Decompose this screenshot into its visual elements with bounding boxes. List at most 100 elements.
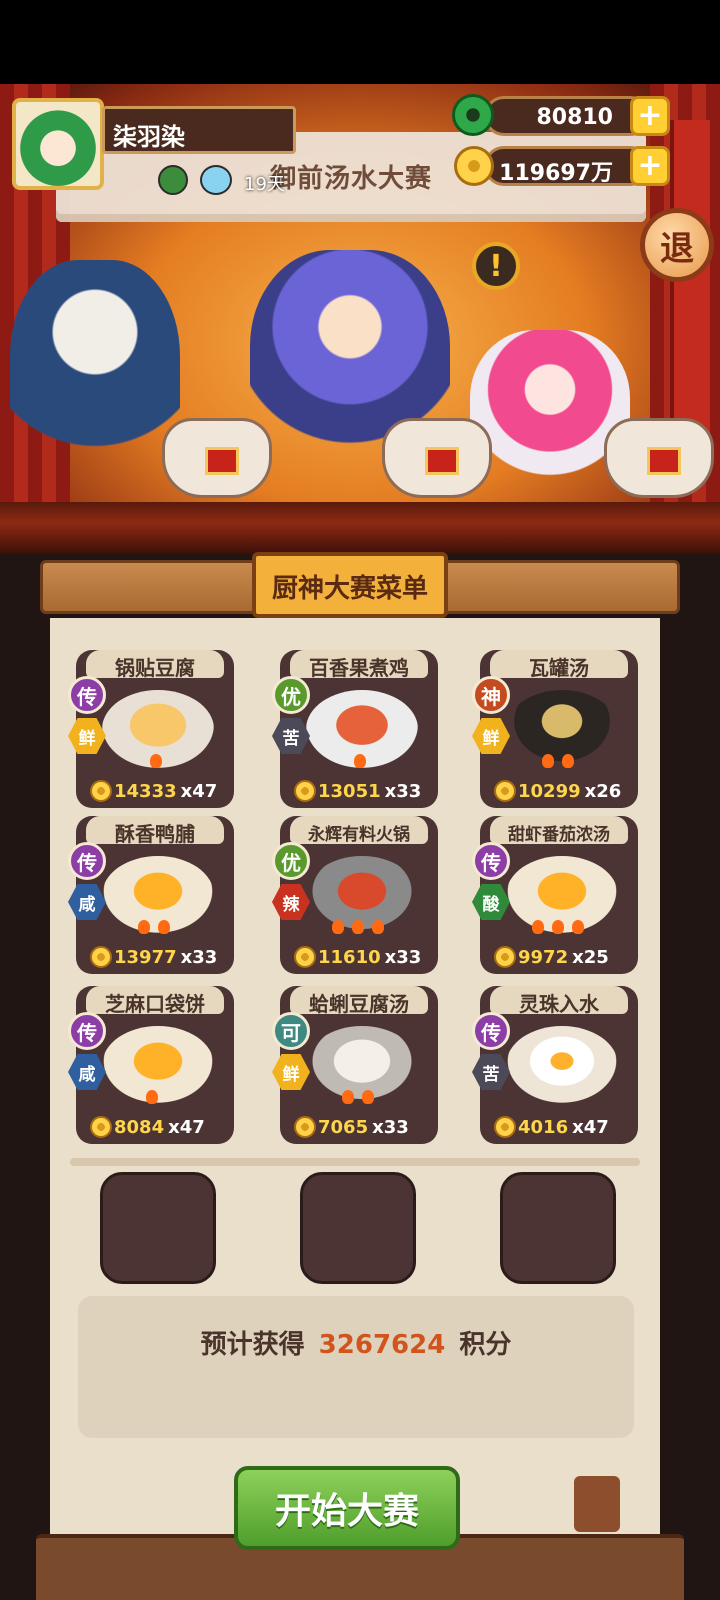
coin-icon xyxy=(90,780,112,802)
dish-price-row: 14333 x47 xyxy=(90,778,222,804)
flame-icon xyxy=(552,920,564,934)
dish-price: 10299 xyxy=(518,780,581,802)
dish-name-plate: 蛤蜊豆腐汤 xyxy=(290,986,428,1016)
flame-icon xyxy=(354,754,366,768)
empty-dish-slot[interactable] xyxy=(100,1172,216,1284)
dish-card[interactable]: 酥香鸭脯 传 咸 13977 x33 xyxy=(68,816,234,974)
start-contest-button[interactable]: 开始大赛 xyxy=(234,1466,460,1550)
empty-dish-slot[interactable] xyxy=(500,1172,616,1284)
jade-icon xyxy=(452,94,494,136)
dish-name: 灵珠入水 xyxy=(519,992,599,1016)
coin-icon xyxy=(494,1116,516,1138)
dish-price: 8084 xyxy=(114,1116,165,1138)
dish-card[interactable]: 蛤蜊豆腐汤 可 鲜 7065 x33 xyxy=(272,986,438,1144)
dish-price-row: 10299 x26 xyxy=(494,778,626,804)
dish-card[interactable]: 瓦罐汤 神 鲜 10299 x26 xyxy=(472,650,638,808)
dish-name: 百香果煮鸡 xyxy=(309,656,409,680)
estimate-line: 预计获得 3267624 积分 xyxy=(78,1324,634,1361)
dish-count: x47 xyxy=(572,1116,609,1138)
dish-name-plate: 百香果煮鸡 xyxy=(290,650,428,680)
quality-badge: 神 xyxy=(472,676,510,714)
estimate-suffix: 积分 xyxy=(459,1330,512,1360)
cooking-pot xyxy=(604,418,714,498)
flame-icon xyxy=(362,1090,374,1104)
alert-icon[interactable]: ! xyxy=(472,242,520,290)
menu-title-plaque: 厨神大赛菜单 xyxy=(252,552,448,618)
dish-count: x47 xyxy=(168,1116,205,1138)
dish-count: x26 xyxy=(584,780,622,802)
dish-card[interactable]: 锅贴豆腐 传 鲜 14333 x47 xyxy=(68,650,234,808)
dish-name-plate: 锅贴豆腐 xyxy=(86,650,224,680)
dish-price: 14333 xyxy=(114,780,177,802)
avatar[interactable] xyxy=(12,98,104,190)
flame-icon xyxy=(332,920,344,934)
flame-icon xyxy=(562,754,574,768)
dish-name: 芝麻口袋饼 xyxy=(105,992,205,1016)
flame-icon xyxy=(158,920,170,934)
dish-card[interactable]: 永辉有料火锅 优 辣 11610 x33 xyxy=(272,816,438,974)
dish-name: 酥香鸭脯 xyxy=(115,822,195,846)
retreat-button[interactable]: 退 xyxy=(640,208,714,282)
dish-price-row: 13051 x33 xyxy=(294,778,426,804)
buff-days: 19天 xyxy=(244,174,285,195)
dish-price-row: 9972 x25 xyxy=(494,944,626,970)
quality-badge: 优 xyxy=(272,842,310,880)
cooking-pot xyxy=(382,418,492,498)
dish-name: 甜虾番茄浓汤 xyxy=(508,825,610,845)
coin-icon xyxy=(494,780,516,802)
empty-dish-slot[interactable] xyxy=(300,1172,416,1284)
estimate-points: 3267624 xyxy=(318,1330,446,1360)
dish-name-plate: 瓦罐汤 xyxy=(490,650,628,680)
dish-price-row: 11610 x33 xyxy=(294,944,426,970)
stage-floor xyxy=(0,502,720,554)
flame-icon xyxy=(342,1090,354,1104)
dish-card[interactable]: 芝麻口袋饼 传 咸 8084 x47 xyxy=(68,986,234,1144)
dish-price: 13977 xyxy=(114,946,177,968)
dish-count: x33 xyxy=(384,780,422,802)
dish-price-row: 13977 x33 xyxy=(90,944,222,970)
player-name: 柒羽染 xyxy=(113,123,185,151)
flame-icon xyxy=(542,754,554,768)
coin-icon xyxy=(294,946,316,968)
quality-badge: 传 xyxy=(472,842,510,880)
buff-icon[interactable] xyxy=(200,165,232,195)
estimate-prefix: 预计获得 xyxy=(200,1330,305,1360)
quality-badge: 传 xyxy=(68,842,106,880)
dish-count: x33 xyxy=(384,946,422,968)
player-name-box: 柒羽染 xyxy=(102,106,296,154)
dish-price: 13051 xyxy=(318,780,381,802)
utensils-holder-icon xyxy=(574,1476,620,1532)
cooking-pot xyxy=(162,418,272,498)
dish-price: 7065 xyxy=(318,1116,369,1138)
dish-name: 蛤蜊豆腐汤 xyxy=(309,992,409,1016)
add-jade-button[interactable]: + xyxy=(630,96,670,136)
add-gold-button[interactable]: + xyxy=(630,146,670,186)
coin-icon xyxy=(494,946,516,968)
flame-icon xyxy=(532,920,544,934)
dish-name-plate: 灵珠入水 xyxy=(490,986,628,1016)
buff-icon[interactable] xyxy=(158,165,188,195)
flame-icon xyxy=(146,1090,158,1104)
flame-icon xyxy=(572,920,584,934)
dish-count: x25 xyxy=(572,946,609,968)
dish-name-plate: 芝麻口袋饼 xyxy=(86,986,224,1016)
dish-name: 锅贴豆腐 xyxy=(115,656,195,680)
dish-name: 永辉有料火锅 xyxy=(308,825,410,845)
dish-price: 11610 xyxy=(318,946,381,968)
dish-card[interactable]: 甜虾番茄浓汤 传 酸 9972 x25 xyxy=(472,816,638,974)
menu-divider xyxy=(70,1158,640,1166)
flame-icon xyxy=(372,920,384,934)
chef-character-left xyxy=(10,260,180,500)
dish-count: x47 xyxy=(180,780,218,802)
estimate-panel: 预计获得 3267624 积分 xyxy=(78,1296,634,1438)
gold-amount: 119697万 xyxy=(499,161,613,186)
dish-image xyxy=(102,1026,214,1104)
dish-card[interactable]: 百香果煮鸡 优 苦 13051 x33 xyxy=(272,650,438,808)
dish-name-plate: 甜虾番茄浓汤 xyxy=(490,816,628,845)
dish-price-row: 4016 x47 xyxy=(494,1114,626,1140)
flame-icon xyxy=(352,920,364,934)
gold-currency: 119697万 xyxy=(484,146,650,186)
dish-card[interactable]: 灵珠入水 传 苦 4016 x47 xyxy=(472,986,638,1144)
dish-count: x33 xyxy=(180,946,218,968)
stage-pillar xyxy=(670,120,710,450)
